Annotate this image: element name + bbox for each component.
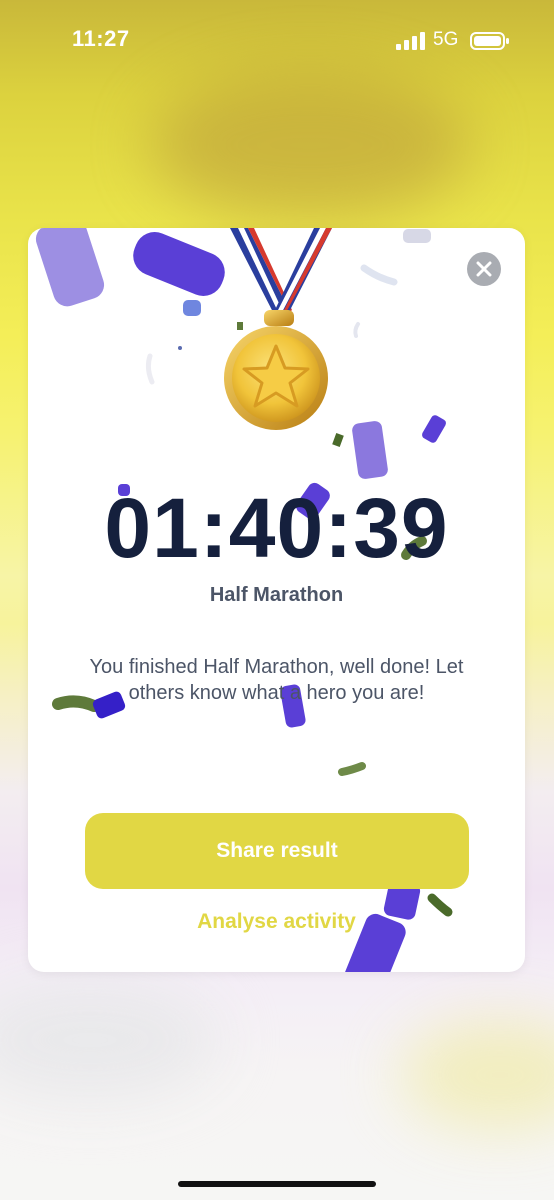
confetti-piece (352, 421, 388, 479)
status-time: 11:27 (72, 26, 130, 51)
confetti-piece (35, 228, 105, 307)
event-name: Half Marathon (209, 584, 344, 606)
battery-icon (470, 32, 509, 50)
share-result-button[interactable]: Share result (85, 813, 469, 889)
close-button[interactable] (467, 252, 501, 286)
close-icon (476, 261, 492, 277)
home-indicator[interactable] (178, 1181, 376, 1187)
confetti-piece (353, 322, 360, 338)
analyse-activity-link[interactable]: Analyse activity (28, 910, 525, 934)
medal-star-icon (224, 228, 332, 430)
status-bar: 11:27 5G (0, 0, 554, 84)
confetti-piece (145, 353, 155, 385)
confetti-piece (178, 346, 182, 350)
network-label: 5G (433, 29, 459, 50)
confetti-piece (403, 229, 431, 243)
congratulations-message: You finished Half Marathon, well done! L… (89, 656, 464, 704)
signal-icon (396, 32, 425, 50)
confetti-piece (422, 415, 446, 443)
result-card: 01:40:39 Half Marathon You finished Half… (28, 228, 525, 972)
screen: 11:27 5G 01:40:39 Half Marathon You fini… (0, 0, 554, 1200)
finish-time: 01:40:39 (104, 481, 449, 575)
background-blob (0, 980, 220, 1100)
background-blob (400, 1020, 554, 1130)
confetti-piece (338, 762, 366, 776)
background-blob (150, 70, 470, 220)
confetti-piece (360, 264, 398, 286)
confetti-piece (183, 300, 201, 316)
